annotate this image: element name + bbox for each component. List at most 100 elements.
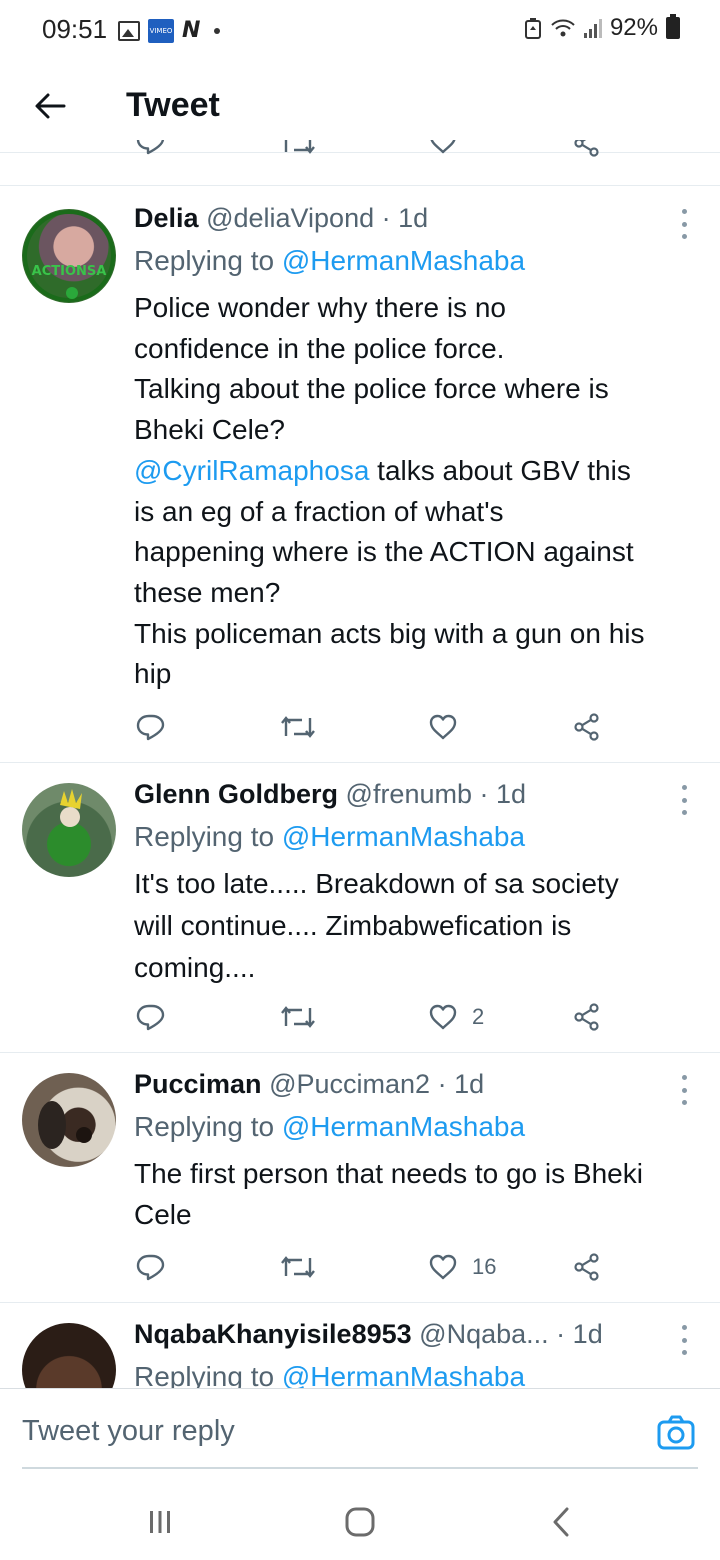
- share-button[interactable]: [572, 1247, 602, 1287]
- body-line: confidence in the police force.: [134, 332, 505, 364]
- tweet-glenn-goldberg[interactable]: Glenn Goldberg @frenumb · 1d Replying to…: [0, 763, 720, 1053]
- tweet-nqabakhanyisile[interactable]: NqabaKhanyisile8953 @Nqaba... · 1d Reply…: [0, 1303, 720, 1388]
- back-button[interactable]: [26, 82, 74, 130]
- author-name[interactable]: Pucciman: [134, 1069, 262, 1099]
- tweet-header: Delia @deliaVipond · 1d: [134, 203, 670, 234]
- tweet-time: 1d: [496, 779, 527, 809]
- share-icon: [572, 1002, 602, 1032]
- author-name[interactable]: NqabaKhanyisile8953: [134, 1319, 412, 1349]
- reply-icon[interactable]: [136, 140, 166, 156]
- reply-button[interactable]: [136, 707, 166, 747]
- body-line: The first person that needs to go is Bhe…: [134, 1158, 643, 1189]
- body-line: Bheki Cele?: [134, 414, 285, 446]
- replying-to-label: Replying to: [134, 1361, 282, 1388]
- separator-dot: ·: [556, 1319, 566, 1349]
- body-line: hip: [134, 658, 172, 690]
- battery-icon: [666, 14, 680, 39]
- author-handle[interactable]: @frenumb: [346, 779, 472, 809]
- retweet-button[interactable]: [280, 1247, 316, 1287]
- author-name[interactable]: Glenn Goldberg: [134, 779, 338, 809]
- avatar[interactable]: ACTIONSA: [22, 209, 116, 303]
- share-icon: [572, 1252, 602, 1282]
- share-button[interactable]: [572, 997, 602, 1037]
- camera-icon: [657, 1415, 695, 1450]
- tweet-actions: 2: [0, 997, 720, 1037]
- app-header: Tweet: [0, 60, 720, 152]
- more-options-icon[interactable]: [674, 785, 694, 815]
- retweet-button[interactable]: [280, 707, 316, 747]
- author-handle[interactable]: @deliaVipond: [206, 203, 374, 233]
- body-line: Police wonder why there is no: [134, 292, 506, 323]
- back-nav-button[interactable]: [542, 1502, 582, 1542]
- retweet-icon: [280, 712, 316, 742]
- author-handle[interactable]: @Nqaba...: [419, 1319, 548, 1349]
- mention-link[interactable]: @CyrilRamaphosa: [134, 455, 369, 486]
- separator-dot: ·: [479, 779, 489, 809]
- share-button[interactable]: [572, 707, 602, 747]
- more-options-icon[interactable]: [674, 1075, 694, 1105]
- recent-apps-icon: [150, 1511, 170, 1533]
- retweet-icon: [280, 1252, 316, 1282]
- like-button[interactable]: [428, 707, 472, 747]
- like-icon: [428, 1252, 458, 1282]
- reply-input-underline: [22, 1467, 698, 1469]
- retweet-button[interactable]: [280, 997, 316, 1037]
- tweet-header: Glenn Goldberg @frenumb · 1d: [134, 779, 670, 810]
- status-bar: 09:51 VIMEO N 92%: [0, 0, 720, 60]
- avatar[interactable]: [22, 1323, 116, 1388]
- app-notification-icon: VIMEO: [148, 18, 174, 43]
- recent-apps-button[interactable]: [140, 1502, 180, 1542]
- home-button[interactable]: [340, 1502, 380, 1542]
- tweet-actions: 16: [0, 1247, 720, 1287]
- more-options-icon[interactable]: [674, 1325, 694, 1355]
- body-line: will continue.... Zimbabwefication is: [134, 910, 572, 941]
- like-count: 2: [472, 1004, 485, 1029]
- body-line: Cele: [134, 1199, 192, 1230]
- separator-dot: ·: [381, 203, 391, 233]
- body-line: Talking about the police force where is: [134, 373, 609, 405]
- body-line: coming....: [134, 952, 256, 983]
- author-handle[interactable]: @Pucciman2: [269, 1069, 430, 1099]
- retweet-icon[interactable]: [280, 140, 316, 158]
- like-icon: [428, 712, 458, 742]
- tweet-header: Pucciman @Pucciman2 · 1d: [134, 1069, 670, 1100]
- replying-to-mention[interactable]: @HermanMashaba: [282, 1111, 525, 1142]
- more-options-icon[interactable]: [674, 209, 694, 239]
- tweet-delia[interactable]: ACTIONSA Delia @deliaVipond · 1d Replyin…: [0, 187, 720, 763]
- replying-to-mention[interactable]: @HermanMashaba: [282, 245, 525, 276]
- camera-button[interactable]: [656, 1413, 696, 1453]
- replying-to-mention[interactable]: @HermanMashaba: [282, 821, 525, 852]
- reply-button[interactable]: [136, 997, 166, 1037]
- separator-dot: ·: [437, 1069, 447, 1099]
- replying-to-label: Replying to: [134, 245, 282, 276]
- body-line: It's too late..... Breakdown of sa socie…: [134, 868, 619, 899]
- cell-signal-icon: [583, 18, 602, 38]
- more-notifications-dot-icon: [214, 27, 221, 34]
- previous-tweet-actions: [0, 140, 720, 186]
- tweet-body: The first person that needs to go is Bhe…: [134, 1153, 704, 1235]
- recycle-battery-saver-icon: [524, 18, 541, 39]
- replying-to-mention[interactable]: @HermanMashaba: [282, 1361, 525, 1388]
- tweet-header: NqabaKhanyisile8953 @Nqaba... · 1d: [134, 1319, 670, 1350]
- reply-icon: [136, 1002, 166, 1032]
- tweet-time: 1d: [572, 1319, 603, 1349]
- chevron-left-icon: [553, 1507, 569, 1537]
- reply-icon: [136, 712, 166, 742]
- news-notification-icon: N: [182, 18, 201, 43]
- reply-input[interactable]: Tweet your reply: [22, 1415, 235, 1448]
- like-icon[interactable]: [428, 140, 458, 156]
- reply-button[interactable]: [136, 1247, 166, 1287]
- avatar[interactable]: [22, 1073, 116, 1167]
- share-icon: [572, 712, 602, 742]
- replying-to-label: Replying to: [134, 1111, 282, 1142]
- author-name[interactable]: Delia: [134, 203, 199, 233]
- avatar[interactable]: [22, 783, 116, 877]
- battery-percent: 92%: [609, 14, 658, 41]
- replying-to: Replying to @HermanMashaba: [134, 1111, 525, 1143]
- share-icon[interactable]: [572, 140, 602, 158]
- arrow-left-icon: [35, 93, 66, 119]
- tweet-pucciman[interactable]: Pucciman @Pucciman2 · 1d Replying to @He…: [0, 1053, 720, 1303]
- tweet-body: Police wonder why there is no confidence…: [134, 288, 704, 695]
- like-button[interactable]: 16: [428, 1247, 496, 1287]
- like-button[interactable]: 2: [428, 997, 484, 1037]
